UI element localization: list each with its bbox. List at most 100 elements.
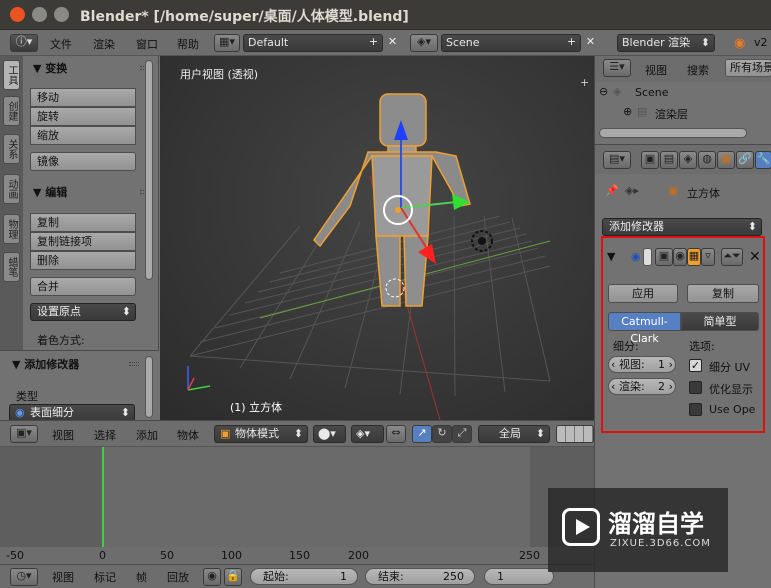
maximize-window-button[interactable] — [54, 7, 69, 22]
add-scene-icon[interactable]: + — [564, 35, 579, 51]
remove-scene-icon[interactable]: ✕ — [583, 35, 598, 51]
cage-toggle-icon[interactable]: ▿ — [701, 248, 715, 266]
catmull-clark-option[interactable]: Catmull-Clark — [608, 312, 681, 345]
render-layers-tab-icon[interactable]: ▤ — [660, 151, 678, 169]
simple-option[interactable]: 简单型 — [681, 312, 759, 331]
menu-help[interactable]: 帮助 — [177, 36, 199, 52]
constraints-tab-icon[interactable]: 🔗 — [736, 151, 754, 169]
outliner-render-layer[interactable]: 渲染层 — [655, 106, 688, 122]
editor-type-3d-icon[interactable]: ▣▾ — [10, 425, 38, 443]
scene-tab-icon[interactable]: ◈ — [679, 151, 697, 169]
outliner[interactable]: ⊖ ◈ Scene ⊕ ▤ 渲染层 — [594, 82, 771, 144]
duplicate-linked-button[interactable]: 复制链接项 — [30, 232, 136, 251]
pivot-point-dropdown[interactable]: ◈▾ — [351, 425, 384, 443]
lock-icon[interactable]: 🔒 — [224, 568, 242, 586]
collapse-modifier-icon[interactable]: ▼ — [607, 250, 615, 263]
translate-button[interactable]: 移动 — [30, 88, 136, 107]
add-screen-icon[interactable]: + — [366, 35, 381, 51]
record-icon[interactable]: ◉ — [203, 568, 221, 586]
tab-grease-pencil[interactable]: 蜡笔 — [3, 252, 20, 282]
render-engine-dropdown[interactable]: Blender 渲染 ⬍ — [617, 34, 715, 52]
tab-physics[interactable]: 物理 — [3, 214, 20, 244]
manipulator-toggle-icon[interactable]: ⇔ — [386, 425, 406, 443]
timeline-area[interactable]: -50 0 50 100 150 200 250 — [0, 446, 594, 565]
menu-view[interactable]: 视图 — [52, 569, 74, 585]
delete-button[interactable]: 删除 — [30, 251, 136, 270]
optimal-display-checkbox[interactable] — [689, 381, 702, 394]
add-modifier-dropdown[interactable]: 添加修改器 ⬍ — [602, 218, 762, 236]
menu-file[interactable]: 文件 — [50, 36, 72, 52]
tab-tools[interactable]: 工具 — [3, 60, 20, 90]
editmode-toggle-icon[interactable]: ▦ — [687, 248, 701, 266]
apply-button[interactable]: 应用 — [608, 284, 678, 303]
operator-panel-scrollbar[interactable] — [145, 356, 153, 418]
modifiers-tab-icon[interactable]: 🔧 — [755, 151, 771, 169]
join-button[interactable]: 合并 — [30, 277, 136, 296]
menu-object[interactable]: 物体 — [177, 427, 199, 443]
human-mesh-object[interactable] — [313, 93, 471, 307]
tool-shelf-scrollbar[interactable] — [145, 60, 153, 280]
start-frame-field[interactable]: 起始: 1 — [250, 568, 358, 585]
outliner-scene[interactable]: Scene — [635, 86, 669, 99]
render-subdiv-field[interactable]: ‹ 渲染: 2 › — [608, 378, 676, 395]
render-toggle-icon[interactable]: ▣ — [655, 248, 673, 266]
collapse-icon[interactable]: ⊖ — [599, 85, 608, 98]
add-modifier-panel-header[interactable]: ▼ 添加修改器 — [12, 356, 79, 372]
editor-type-timeline-icon[interactable]: ◷▾ — [10, 568, 38, 586]
close-window-button[interactable] — [10, 7, 25, 22]
timeline-ruler[interactable]: -50 0 50 100 150 200 250 — [0, 547, 594, 565]
view-subdiv-field[interactable]: ‹ 视图: 1 › — [608, 356, 676, 373]
menu-window[interactable]: 窗口 — [136, 36, 158, 52]
set-origin-dropdown[interactable]: 设置原点 ⬍ — [30, 303, 136, 321]
remove-screen-icon[interactable]: ✕ — [385, 35, 400, 51]
menu-view[interactable]: 视图 — [645, 62, 667, 78]
screen-layout-icon[interactable]: ▦▾ — [214, 34, 240, 52]
copy-modifier-button[interactable]: 复制 — [687, 284, 759, 303]
menu-render[interactable]: 渲染 — [93, 36, 115, 52]
scene-canvas[interactable] — [160, 56, 594, 420]
translate-manipulator-icon[interactable]: ↗ — [412, 425, 432, 443]
menu-search[interactable]: 搜索 — [687, 62, 709, 78]
editor-type-properties-icon[interactable]: ▤▾ — [603, 151, 631, 169]
scale-manipulator-icon[interactable]: ⤢ — [452, 425, 472, 443]
menu-select[interactable]: 选择 — [94, 427, 116, 443]
tab-animation[interactable]: 动画 — [3, 174, 20, 204]
timeline-track[interactable] — [0, 447, 594, 547]
mirror-button[interactable]: 镜像 — [30, 152, 136, 171]
scale-button[interactable]: 缩放 — [30, 126, 136, 145]
modifier-name-field[interactable] — [643, 248, 652, 266]
scene-dropdown[interactable]: Scene — [441, 34, 581, 52]
expand-icon[interactable]: ⊕ — [623, 105, 632, 118]
screen-layout-dropdown[interactable]: Default — [243, 34, 383, 52]
end-frame-field[interactable]: 结束: 250 — [365, 568, 475, 585]
menu-view[interactable]: 视图 — [52, 427, 74, 443]
scene-icon[interactable]: ◈▾ — [410, 34, 438, 52]
pin-icon[interactable]: 📌 — [605, 184, 619, 197]
transform-header[interactable]: ▼ 变换 — [33, 60, 67, 76]
render-tab-icon[interactable]: ▣ — [641, 151, 659, 169]
use-opensubdiv-checkbox[interactable] — [689, 403, 702, 416]
menu-frame[interactable]: 帧 — [136, 569, 147, 585]
move-modifier-icon[interactable]: ⏶⏷ — [721, 248, 743, 266]
viewport-toggle-icon[interactable]: ◉ — [673, 248, 687, 266]
editor-type-info-icon[interactable]: ⓘ▾ — [10, 34, 38, 52]
current-frame-field[interactable]: 1 — [484, 568, 554, 585]
playhead[interactable] — [102, 447, 104, 547]
interaction-mode-dropdown[interactable]: ▣ 物体模式 ⬍ — [214, 425, 308, 443]
subdivide-uv-checkbox[interactable]: ✓ — [689, 359, 702, 372]
menu-add[interactable]: 添加 — [136, 427, 158, 443]
world-tab-icon[interactable]: ◍ — [698, 151, 716, 169]
remove-modifier-icon[interactable]: ✕ — [749, 249, 761, 265]
editor-type-outliner-icon[interactable]: ☰▾ — [603, 59, 631, 77]
layers-icon[interactable] — [556, 425, 594, 443]
rotate-manipulator-icon[interactable]: ↻ — [432, 425, 452, 443]
tab-relations[interactable]: 关系 — [3, 134, 20, 164]
outliner-scrollbar[interactable] — [599, 128, 747, 138]
menu-playback[interactable]: 回放 — [167, 569, 189, 585]
transform-orientation-dropdown[interactable]: 全局 ⬍ — [478, 425, 550, 443]
outliner-display-dropdown[interactable]: 所有场景 — [725, 59, 771, 77]
menu-marker[interactable]: 标记 — [94, 569, 116, 585]
object-tab-icon[interactable]: ▣ — [717, 151, 735, 169]
tab-create[interactable]: 创建 — [3, 96, 20, 126]
panel-grip-icon[interactable] — [129, 362, 139, 366]
